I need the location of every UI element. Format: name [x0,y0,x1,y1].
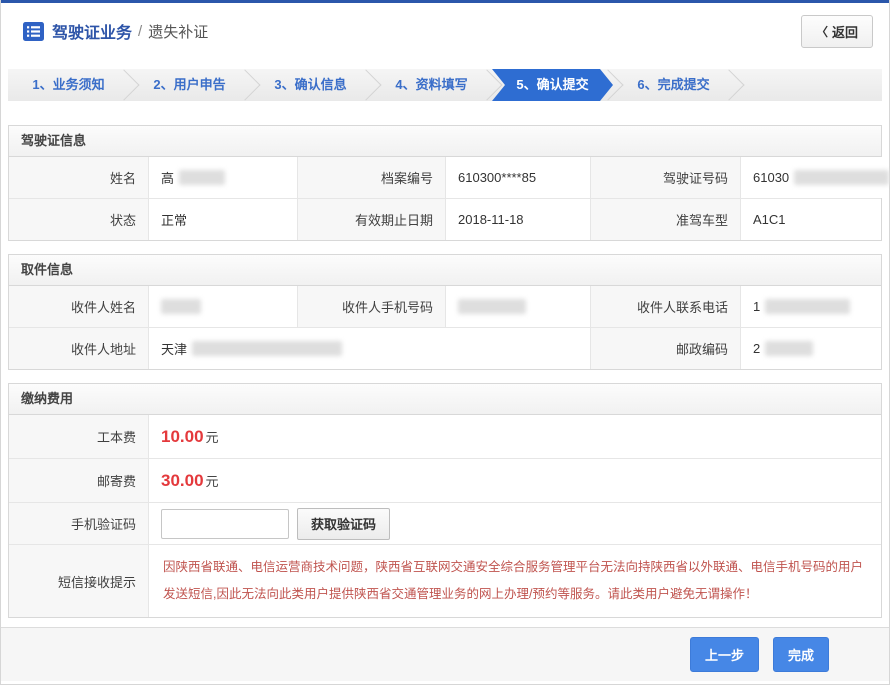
table-row: 手机验证码 获取验证码 [9,502,881,544]
recipient-name-label: 收件人姓名 [9,286,149,327]
redacted-text [765,341,813,356]
pickup-section-title: 取件信息 [9,255,881,286]
postage-fee-value: 30.00 元 [149,459,881,502]
list-icon [23,22,44,41]
table-row: 短信接收提示 因陕西省联通、电信运营商技术问题，陕西省互联网交通安全综合服务管理… [9,544,881,617]
footer-action-bar: 上一步 完成 [1,627,889,681]
page-header: 驾驶证业务 / 遗失补证 〈 返回 [1,3,889,59]
table-row: 姓名 高 档案编号 610300****85 驾驶证号码 61030 [9,157,881,198]
license-info-section: 驾驶证信息 姓名 高 档案编号 610300****85 驾驶证号码 61030… [8,125,882,241]
table-row: 工本费 10.00 元 [9,415,881,458]
sms-notice-label: 短信接收提示 [9,545,149,617]
back-button[interactable]: 〈 返回 [801,15,873,48]
production-fee-amount: 10.00 [161,427,204,447]
page-subtitle: 遗失补证 [148,21,208,42]
recipient-phone-value: 1 [741,286,881,327]
steps-bar: 1、业务须知 2、用户申告 3、确认信息 4、资料填写 5、确认提交 6、完成提… [8,69,882,101]
sms-code-label: 手机验证码 [9,503,149,544]
vehicle-class-label: 准驾车型 [591,199,741,240]
redacted-text [794,170,889,185]
license-no-value: 61030 [741,157,889,198]
status-value: 正常 [149,199,298,240]
vehicle-class-value: A1C1 [741,199,881,240]
postal-code-label: 邮政编码 [591,328,741,369]
payment-section: 缴纳费用 工本费 10.00 元 邮寄费 30.00 元 手机验证码 获取验证码… [8,383,882,618]
postage-fee-unit: 元 [206,471,219,490]
file-no-value: 610300****85 [446,157,591,198]
sms-code-input[interactable] [161,509,289,539]
redacted-text [179,170,225,185]
table-row: 收件人姓名 收件人手机号码 收件人联系电话 1 [9,286,881,327]
name-value: 高 [149,157,298,198]
pickup-info-section: 取件信息 收件人姓名 收件人手机号码 收件人联系电话 1 收件人地址 天津 邮政… [8,254,882,370]
recipient-mobile-label: 收件人手机号码 [298,286,446,327]
production-fee-value: 10.00 元 [149,415,881,458]
page-title: 驾驶证业务 [52,19,132,43]
get-sms-code-button[interactable]: 获取验证码 [297,508,390,540]
table-row: 邮寄费 30.00 元 [9,458,881,502]
name-label: 姓名 [9,157,149,198]
postal-code-value: 2 [741,328,881,369]
sms-code-cell: 获取验证码 [149,503,881,544]
valid-until-value: 2018-11-18 [446,199,591,240]
redacted-text [192,341,342,356]
previous-step-button[interactable]: 上一步 [690,637,759,672]
breadcrumb: 驾驶证业务 / 遗失补证 [23,19,208,43]
table-row: 收件人地址 天津 邮政编码 2 [9,327,881,369]
file-no-label: 档案编号 [298,157,446,198]
recipient-phone-label: 收件人联系电话 [591,286,741,327]
sms-notice-text: 因陕西省联通、电信运营商技术问题，陕西省互联网交通安全综合服务管理平台无法向持陕… [163,554,863,608]
page: 驾驶证业务 / 遗失补证 〈 返回 1、业务须知 2、用户申告 3、确认信息 4… [0,0,890,685]
redacted-text [458,299,526,314]
finish-button[interactable]: 完成 [773,637,829,672]
recipient-name-value [149,286,298,327]
license-no-label: 驾驶证号码 [591,157,741,198]
postage-fee-amount: 30.00 [161,471,204,491]
production-fee-label: 工本费 [9,415,149,458]
recipient-address-value: 天津 [149,328,591,369]
license-section-title: 驾驶证信息 [9,126,881,157]
status-label: 状态 [9,199,149,240]
sms-notice-cell: 因陕西省联通、电信运营商技术问题，陕西省互联网交通安全综合服务管理平台无法向持陕… [149,545,881,617]
payment-section-title: 缴纳费用 [9,384,881,415]
recipient-mobile-value [446,286,591,327]
redacted-text [161,299,201,314]
redacted-text [765,299,850,314]
steps-bar-filler [734,69,882,101]
production-fee-unit: 元 [206,427,219,446]
postage-fee-label: 邮寄费 [9,459,149,502]
back-button-label: 返回 [832,22,858,41]
recipient-address-label: 收件人地址 [9,328,149,369]
chevron-left-icon: 〈 [816,23,828,40]
table-row: 状态 正常 有效期止日期 2018-11-18 准驾车型 A1C1 [9,198,881,240]
breadcrumb-separator: / [138,23,142,40]
valid-until-label: 有效期止日期 [298,199,446,240]
